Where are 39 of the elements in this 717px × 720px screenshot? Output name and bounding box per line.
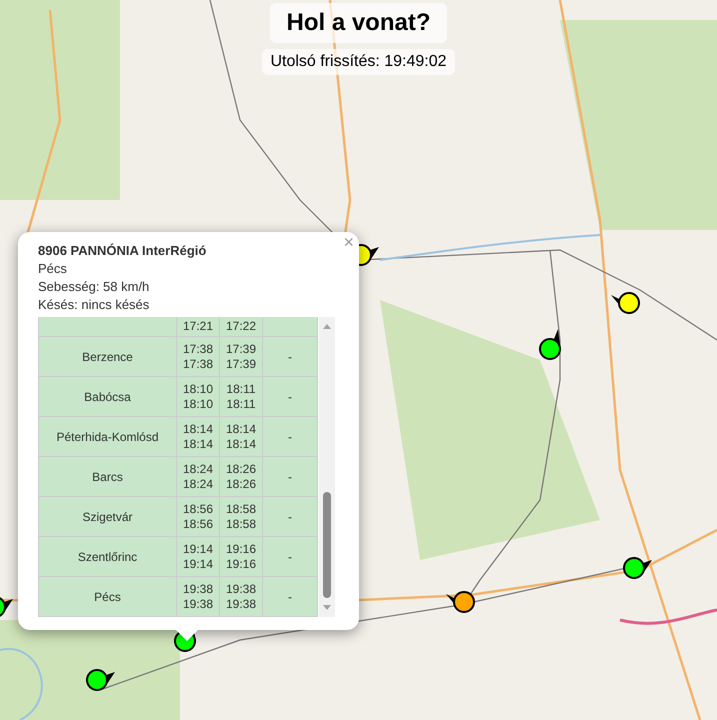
departure-cell: 19:38 19:38 [220, 576, 262, 616]
station-cell: Péterhida-Komlósd [38, 416, 176, 456]
arrival-cell: 18:56 18:56 [176, 496, 220, 536]
station-cell: Szigetvár [38, 496, 176, 536]
arrival-cell: 18:10 18:10 [176, 376, 220, 416]
delay-cell: - [262, 496, 318, 536]
train-name: 8906 PANNÓNIA InterRégió [38, 242, 208, 260]
station-cell: Barcs [38, 456, 176, 496]
arrival-cell: 17:38 17:38 [176, 336, 220, 376]
station-cell: Pécs [38, 576, 176, 616]
delay-cell: - [262, 576, 318, 616]
app-title: Hol a vonat? [270, 3, 446, 43]
close-button[interactable]: × [343, 233, 354, 251]
train-speed: Sebesség: 58 km/h [38, 278, 150, 296]
train-delay: Késés: nincs késés [38, 296, 150, 314]
station-cell: Babócsa [38, 376, 176, 416]
arrival-cell: 18:14 18:14 [176, 416, 220, 456]
train-destination: Pécs [38, 260, 68, 278]
last-update-text: Utolsó frissítés: 19:49:02 [262, 49, 455, 75]
arrival-cell: 19:14 19:14 [176, 536, 220, 576]
departure-cell: 17:22 [220, 317, 262, 336]
delay-cell: - [262, 456, 318, 496]
station-cell: Szentlőrinc [38, 536, 176, 576]
departure-cell: 19:16 19:16 [220, 536, 262, 576]
delay-cell: - [262, 336, 318, 376]
departure-cell: 18:26 18:26 [220, 456, 262, 496]
scrollbar[interactable] [319, 317, 335, 617]
arrival-cell: 19:38 19:38 [176, 576, 220, 616]
delay-cell [262, 317, 318, 336]
arrival-cell: 18:24 18:24 [176, 456, 220, 496]
delay-cell: - [262, 376, 318, 416]
delay-cell: - [262, 416, 318, 456]
arrival-cell: 17:21 [176, 317, 220, 336]
station-cell: Berzence [38, 336, 176, 376]
departure-cell: 18:14 18:14 [220, 416, 262, 456]
departure-cell: 17:39 17:39 [220, 336, 262, 376]
departure-cell: 18:58 18:58 [220, 496, 262, 536]
departure-cell: 18:11 18:11 [220, 376, 262, 416]
delay-cell: - [262, 536, 318, 576]
